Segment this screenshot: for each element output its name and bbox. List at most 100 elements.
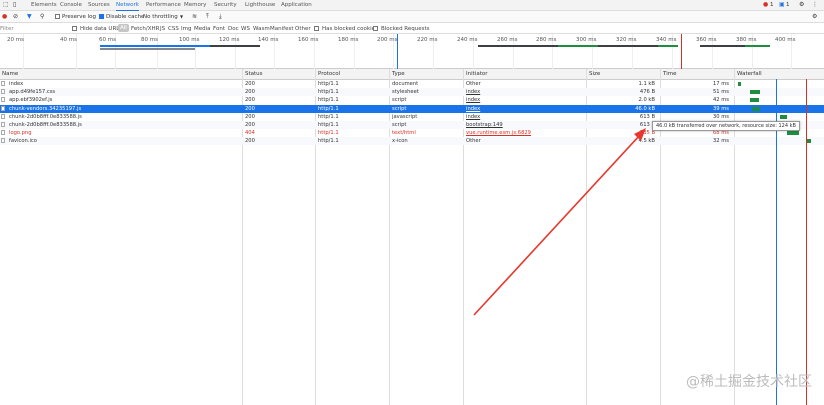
timeline-overview[interactable]: 20 ms 40 ms 60 ms 80 ms 100 ms 120 ms 140 ms 16… — [0, 34, 824, 69]
cell-initiator[interactable]: bootstrap:149 — [466, 122, 576, 128]
search-icon[interactable]: ⚲ — [40, 14, 44, 20]
table-row[interactable]: chunk-vendors.34235197.js 200 http/1.1 scri… — [0, 104, 824, 113]
clear-icon[interactable]: ⊘ — [13, 14, 18, 20]
blocked-requests-checkbox[interactable] — [373, 26, 378, 31]
cell-time: 51 ms — [712, 89, 729, 96]
dom-content-loaded-line — [397, 34, 398, 69]
tab-lighthouse[interactable]: Lighthouse — [245, 2, 275, 8]
request-table: Name Status Protocol Type Initiator Size… — [0, 69, 824, 405]
filter-type-js[interactable]: JS — [160, 26, 165, 32]
settings-icon[interactable]: ⚙ — [812, 14, 817, 20]
column-name[interactable]: Name — [2, 71, 18, 77]
watermark: @稀土掘金技术社区 — [686, 374, 812, 390]
cell-initiator[interactable]: Other — [466, 81, 576, 87]
tab-security[interactable]: Security — [214, 2, 237, 8]
export-icon[interactable]: ⤓ — [219, 14, 222, 20]
column-protocol[interactable]: Protocol — [318, 71, 340, 77]
has-blocked-cookies-checkbox[interactable] — [314, 26, 319, 31]
tab-network[interactable]: Network — [116, 2, 139, 11]
filter-type-ws[interactable]: WS — [241, 26, 250, 32]
filter-type-manifest[interactable]: Manifest — [270, 26, 293, 32]
table-header: Name Status Protocol Type Initiator Size… — [0, 69, 824, 80]
column-waterfall[interactable]: Waterfall — [737, 71, 762, 77]
tab-sources[interactable]: Sources — [88, 2, 110, 8]
table-row[interactable]: app.ebf3902ef.js 200 http/1.1 script index 2.… — [0, 96, 824, 104]
device-toolbar-icon[interactable]: ▯ — [13, 2, 16, 8]
more-options-icon[interactable]: ⋮ — [812, 2, 818, 8]
cell-type: script — [392, 105, 407, 112]
hide-data-urls-checkbox[interactable] — [72, 26, 77, 31]
cell-name[interactable]: chunk-2d0b8fff.0e833588.js — [9, 114, 239, 120]
cell-name[interactable]: chunk-vendors.34235197.js — [9, 106, 239, 112]
record-icon[interactable]: ● — [2, 14, 7, 20]
ruler-label: 360 ms — [696, 37, 717, 43]
cell-name[interactable]: index — [9, 81, 239, 87]
column-size[interactable]: Size — [589, 71, 600, 77]
table-row[interactable]: app.d49fe157.css 200 http/1.1 stylesheet ind… — [0, 88, 824, 97]
ruler-label: 20 ms — [7, 37, 24, 43]
ruler-label: 160 ms — [298, 37, 319, 43]
cell-initiator[interactable]: index — [466, 97, 576, 103]
filter-type-wasm[interactable]: Wasm — [253, 26, 270, 32]
cell-initiator[interactable]: vue.runtime.esm.js:6829 — [466, 130, 576, 136]
ruler-label: 120 ms — [219, 37, 240, 43]
cell-initiator[interactable]: index — [466, 89, 576, 95]
ruler-label: 100 ms — [179, 37, 200, 43]
filter-icon[interactable]: ▼ — [27, 14, 32, 20]
gear-icon[interactable]: ⚙ — [799, 2, 804, 8]
file-icon — [1, 97, 5, 103]
chevron-down-icon[interactable]: ▼ — [180, 14, 183, 20]
filter-type-doc[interactable]: Doc — [228, 26, 239, 32]
filter-type-media[interactable]: Media — [194, 26, 211, 32]
cell-status: 200 — [245, 81, 255, 87]
cell-name[interactable]: logo.png — [9, 130, 239, 136]
devtools-tab-bar: ⬚ ▯ Elements Console Sources Network Per… — [0, 0, 824, 11]
cell-initiator[interactable]: index — [466, 114, 576, 120]
tab-elements[interactable]: Elements — [31, 2, 57, 8]
column-type[interactable]: Type — [392, 71, 405, 77]
cell-name[interactable]: app.ebf3902ef.js — [9, 97, 239, 103]
preserve-log-checkbox[interactable] — [55, 14, 60, 19]
cell-name[interactable]: chunk-2d0b8fff.0e833588.js — [9, 122, 239, 128]
throttling-select[interactable]: No throttling — [143, 14, 178, 20]
import-icon[interactable]: ⤒ — [206, 14, 209, 20]
cell-status: 404 — [245, 130, 255, 137]
preserve-log-label: Preserve log — [62, 14, 97, 20]
column-status[interactable]: Status — [245, 71, 263, 77]
filter-type-img[interactable]: Img — [181, 26, 191, 32]
cell-type: script — [392, 122, 407, 128]
waterfall-bar — [738, 82, 741, 86]
disable-cache-checkbox[interactable] — [99, 14, 104, 19]
cell-name[interactable]: favicon.ico — [9, 138, 239, 144]
file-icon — [1, 130, 5, 136]
inspect-element-icon[interactable]: ⬚ — [3, 2, 9, 8]
tab-memory[interactable]: Memory — [184, 2, 206, 8]
column-initiator[interactable]: Initiator — [466, 71, 487, 77]
cell-initiator[interactable]: index — [466, 106, 576, 112]
load-event-line — [681, 34, 682, 69]
ruler-label: 180 ms — [338, 37, 359, 43]
file-icon — [1, 105, 5, 111]
filter-type-css[interactable]: CSS — [168, 26, 179, 32]
message-count-icon[interactable]: ▣ — [779, 2, 785, 8]
ruler-label: 320 ms — [616, 37, 637, 43]
wifi-icon[interactable]: ≋ — [192, 14, 197, 20]
filter-type-font[interactable]: Font — [213, 26, 225, 32]
table-row[interactable]: chunk-2d0b8fff.0e833588.js 200 http/1.1 jav… — [0, 113, 824, 121]
tab-application[interactable]: Application — [281, 2, 312, 8]
tab-console[interactable]: Console — [60, 2, 82, 8]
cell-status: 200 — [245, 122, 255, 128]
tab-performance[interactable]: Performance — [146, 2, 181, 8]
cell-initiator[interactable]: Other — [466, 138, 576, 144]
filter-all[interactable]: All — [118, 24, 129, 32]
filter-type-other[interactable]: Other — [295, 26, 311, 32]
filter-type-fetch-xhr[interactable]: Fetch/XHR — [131, 26, 160, 32]
column-time[interactable]: Time — [663, 71, 676, 77]
table-row[interactable]: favicon.ico 200 http/1.1 x-icon Other 4.5 kB 3… — [0, 137, 824, 146]
cell-name[interactable]: app.d49fe157.css — [9, 89, 239, 95]
overview-bar — [558, 45, 598, 47]
error-count-icon[interactable]: ● — [763, 2, 768, 8]
cell-type: script — [392, 97, 407, 104]
table-row[interactable]: index 200 http/1.1 document Other 1.1 kB 17 ms — [0, 80, 824, 88]
filter-input[interactable]: Filter — [0, 26, 14, 32]
